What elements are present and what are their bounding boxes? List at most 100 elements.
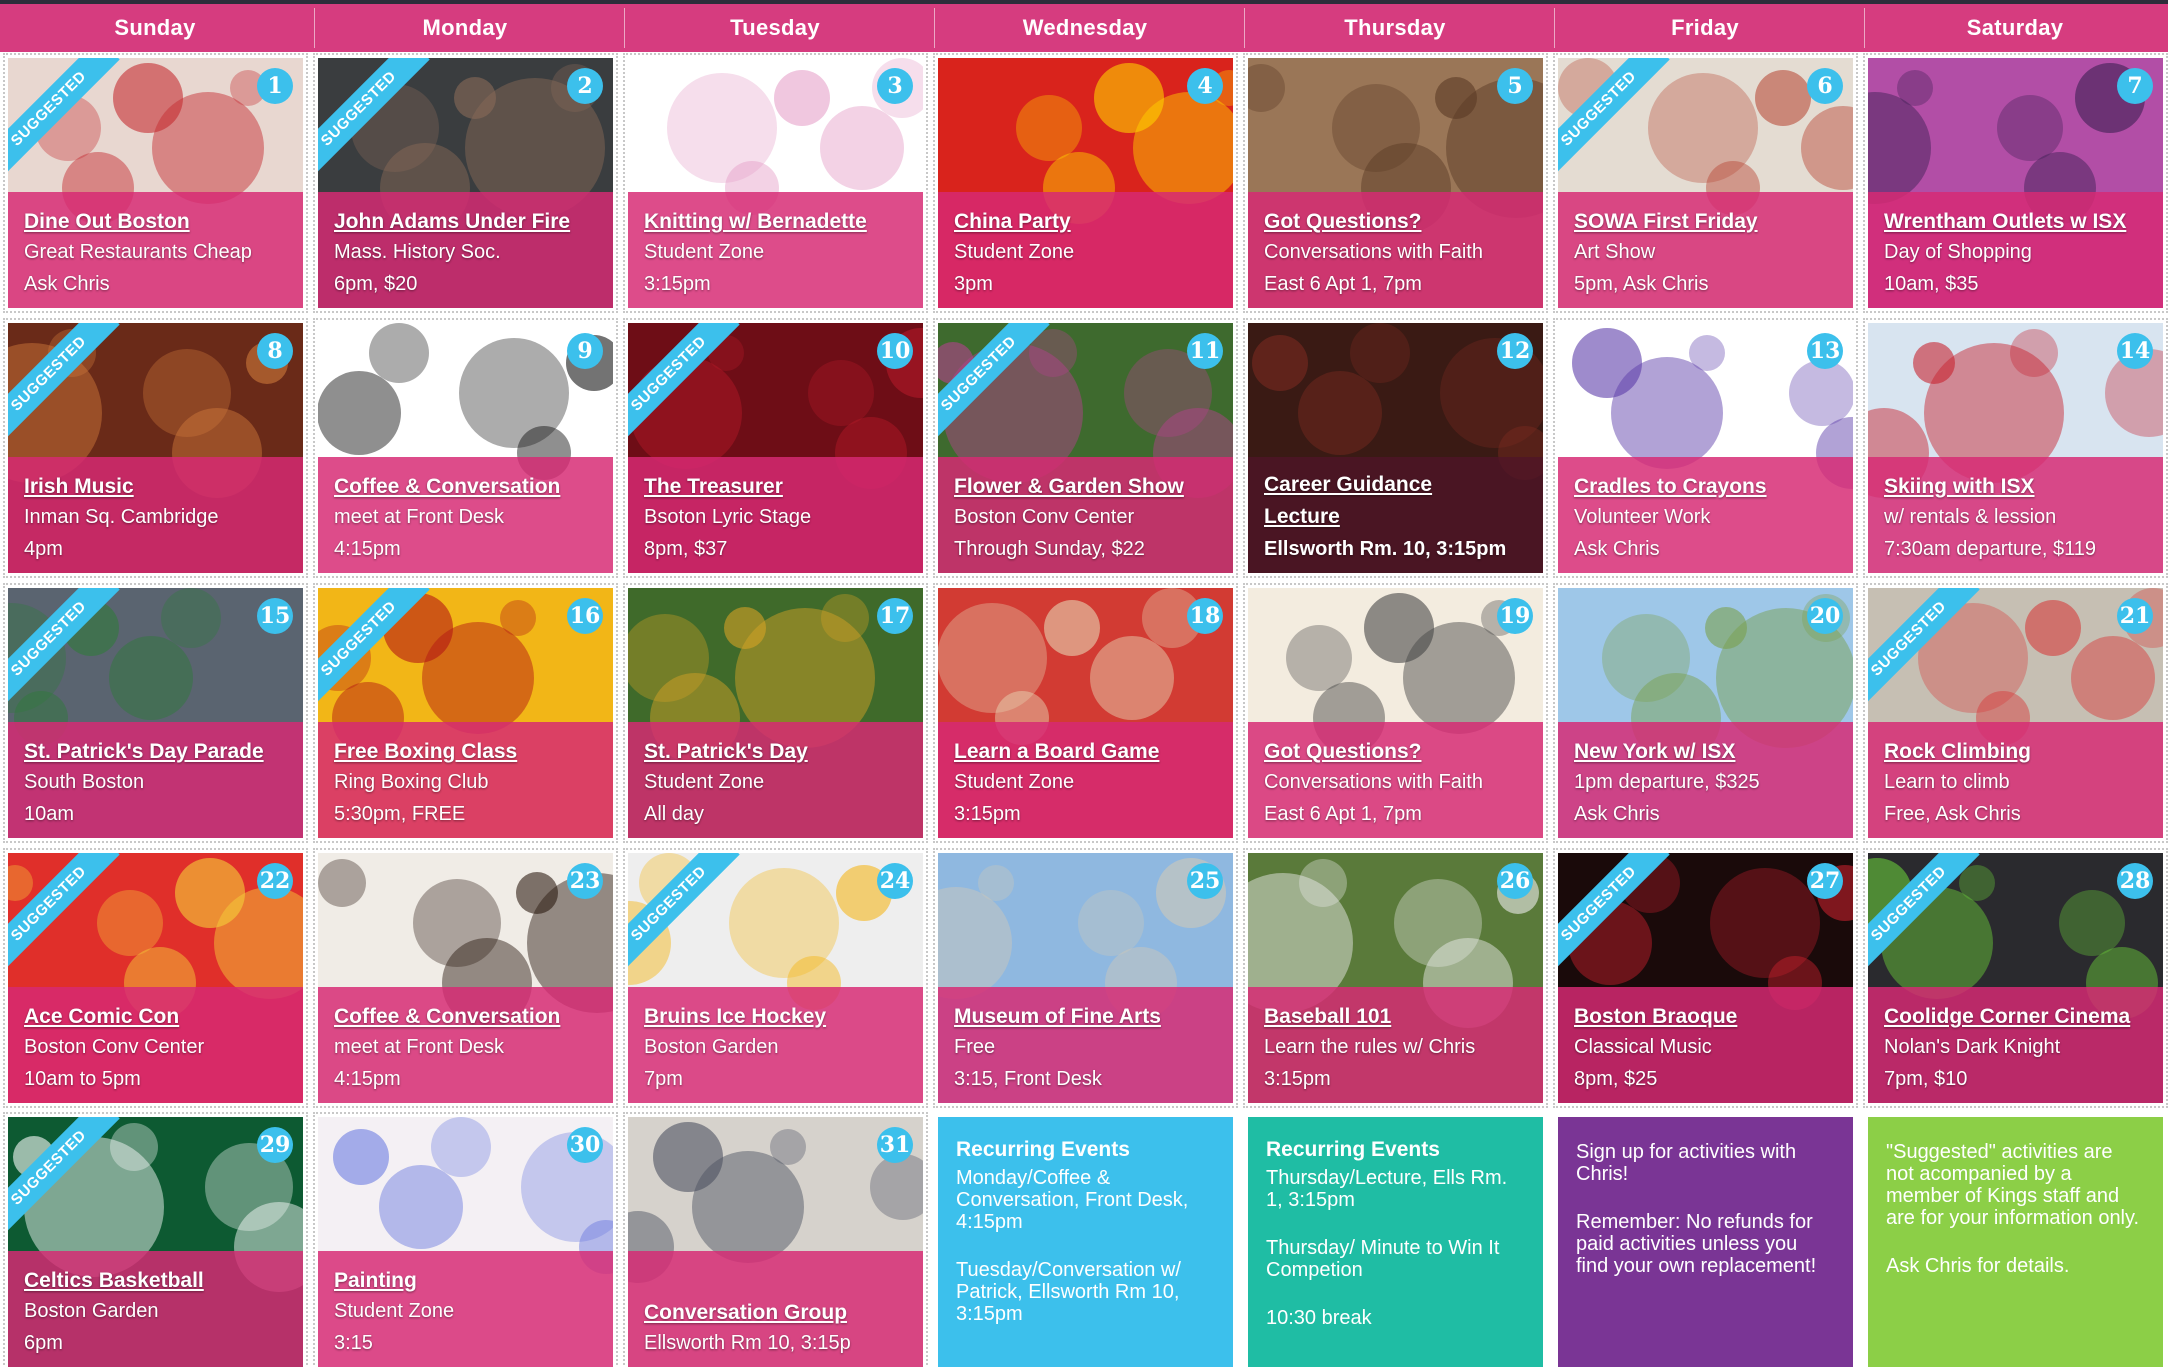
event-card[interactable]: Skiing with ISX w/ rentals & lession 7:30a… [1863,318,2168,578]
event-title-link[interactable]: Museum of Fine Arts [954,1003,1223,1031]
event-card[interactable]: Cradles to Crayons Volunteer Work Ask Chri… [1553,318,1858,578]
event-detail: Through Sunday, $22 [954,538,1145,560]
event-title-link[interactable]: Coffee & Conversation [334,1003,603,1031]
event-title-link[interactable]: The Treasurer [644,473,913,501]
event-card[interactable]: New York w/ ISX 1pm departure, $325 Ask Ch… [1553,583,1858,843]
event-card[interactable]: Boston Braoque Classical Music 8pm, $25 SUG… [1553,848,1858,1108]
event-title-link[interactable]: Coolidge Corner Cinema [1884,1003,2153,1031]
event-card[interactable]: Rock Climbing Learn to climb Free, Ask Chr… [1863,583,2168,843]
event-title-link[interactable]: Coffee & Conversation [334,473,603,501]
event-title-link[interactable]: Got Questions? [1264,738,1533,766]
weekday-divider [1864,8,1865,48]
event-card[interactable]: Knitting w/ Bernadette Student Zone 3:15pm… [623,53,928,313]
date-badge: 3 [877,68,913,104]
event-title-link[interactable]: Skiing with ISX [1884,473,2153,501]
date-badge: 1 [257,68,293,104]
date-badge: 25 [1187,863,1223,899]
event-card[interactable]: John Adams Under Fire Mass. History Soc. 6… [313,53,618,313]
event-title-link[interactable]: Cradles to Crayons [1574,473,1843,501]
event-title-link[interactable]: Learn a Board Game [954,738,1223,766]
date-badge: 16 [567,598,603,634]
event-card[interactable]: Ace Comic Con Boston Conv Center 10am to 5… [3,848,308,1108]
event-caption: John Adams Under Fire Mass. History Soc. 6… [334,208,603,300]
event-title-link[interactable]: Bruins Ice Hockey [644,1003,913,1031]
event-title-link[interactable]: Baseball 101 [1264,1003,1533,1031]
event-detail: East 6 Apt 1, 7pm [1264,803,1422,825]
event-title-link[interactable]: China Party [954,208,1223,236]
event-title-link[interactable]: Knitting w/ Bernadette [644,208,913,236]
event-card[interactable]: Bruins Ice Hockey Boston Garden 7pm SUGGEST… [623,848,928,1108]
event-title-link[interactable]: New York w/ ISX [1574,738,1843,766]
event-title-link[interactable]: Career Guidance Lecture [1264,469,1434,533]
date-badge: 22 [257,863,293,899]
weekday-tuesday: Tuesday [730,15,820,40]
event-card[interactable]: The Treasurer Bsoton Lyric Stage 8pm, $37 S… [623,318,928,578]
event-card[interactable]: St. Patrick's Day Parade South Boston 10am… [3,583,308,843]
event-title-link[interactable]: Painting [334,1267,603,1295]
event-title-link[interactable]: SOWA First Friday [1574,208,1843,236]
event-card[interactable]: Got Questions? Conversations with Faith Ea… [1243,583,1548,843]
event-caption: Knitting w/ Bernadette Student Zone 3:15pm [644,208,913,300]
event-card[interactable]: Learn a Board Game Student Zone 3:15pm 18 [933,583,1238,843]
event-title-link[interactable]: Celtics Basketball [24,1267,293,1295]
event-title-link[interactable]: Irish Music [24,473,293,501]
weekday-sunday: Sunday [114,15,196,40]
event-card[interactable]: China Party Student Zone 3pm 4 [933,53,1238,313]
event-caption: Bruins Ice Hockey Boston Garden 7pm [644,1003,913,1095]
event-detail: 6pm [24,1332,63,1354]
event-detail: 3pm [954,273,993,295]
info-card: Recurring Events Monday/Coffee & Conversa… [938,1117,1233,1367]
event-card[interactable]: Got Questions? Conversations with Faith Ea… [1243,53,1548,313]
date-badge: 13 [1807,333,1843,369]
weekday-wednesday: Wednesday [1022,15,1148,40]
event-card[interactable]: Dine Out Boston Great Restaurants Cheap As… [3,53,308,313]
event-card[interactable]: Celtics Basketball Boston Garden 6pm SUGGES… [3,1112,308,1367]
date-badge: 24 [877,863,913,899]
event-title-link[interactable]: Rock Climbing [1884,738,2153,766]
event-card[interactable]: Career Guidance Lecture Ellsworth Rm. 10,… [1243,318,1548,578]
event-detail: Ellsworth Rm. 10, 3:15pm [1264,538,1507,560]
event-detail: Student Zone [644,241,765,263]
event-title-link[interactable]: St. Patrick's Day [644,738,913,766]
event-detail: Art Show [1574,241,1656,263]
event-title-link[interactable]: John Adams Under Fire [334,208,603,236]
date-badge: 29 [257,1127,293,1163]
event-card[interactable]: Baseball 101 Learn the rules w/ Chris 3:15… [1243,848,1548,1108]
event-card[interactable]: Wrentham Outlets w ISX Day of Shopping 10a… [1863,53,2168,313]
event-detail: Boston Conv Center [954,506,1135,528]
event-title-link[interactable]: Conversation Group [644,1299,913,1327]
event-title-link[interactable]: St. Patrick's Day Parade [24,738,293,766]
event-caption: China Party Student Zone 3pm [954,208,1223,300]
event-detail: 7pm, $10 [1884,1068,1968,1090]
event-detail: Boston Garden [24,1300,159,1322]
event-card[interactable]: Conversation Group Ellsworth Rm 10, 3:15p… [623,1112,928,1367]
event-card[interactable]: Coffee & Conversation meet at Front Desk 4… [313,848,618,1108]
info-card-heading: Recurring Events [1266,1138,1440,1161]
event-title-link[interactable]: Wrentham Outlets w ISX [1884,208,2153,236]
date-badge: 11 [1187,333,1223,369]
event-card[interactable]: Painting Student Zone 3:15 30 [313,1112,618,1367]
info-card-text: Remember: No refunds for paid activities… [1576,1211,1817,1277]
event-card[interactable]: Coolidge Corner Cinema Nolan's Dark Knigh… [1863,848,2168,1108]
weekday-header: Sunday Monday Tuesday Wednesday Thursday Frid… [0,0,2168,52]
event-card[interactable]: Free Boxing Class Ring Boxing Club 5:30pm,… [313,583,618,843]
event-detail: Great Restaurants Cheap [24,241,252,263]
event-card[interactable]: Irish Music Inman Sq. Cambridge 4pm SUGGEST… [3,318,308,578]
event-caption: Cradles to Crayons Volunteer Work Ask Chri… [1574,473,1843,565]
date-badge: 17 [877,598,913,634]
event-card[interactable]: Flower & Garden Show Boston Conv Center Th… [933,318,1238,578]
event-detail: 3:15pm [954,803,1021,825]
event-title-link[interactable]: Ace Comic Con [24,1003,293,1031]
weekday-friday: Friday [1671,15,1739,40]
event-card[interactable]: SOWA First Friday Art Show 5pm, Ask Chris S… [1553,53,1858,313]
event-caption: Celtics Basketball Boston Garden 6pm [24,1267,293,1359]
event-title-link[interactable]: Free Boxing Class [334,738,603,766]
event-card[interactable]: Museum of Fine Arts Free 3:15, Front Desk 2… [933,848,1238,1108]
event-title-link[interactable]: Dine Out Boston [24,208,293,236]
event-title-link[interactable]: Boston Braoque [1574,1003,1843,1031]
event-detail: Bsoton Lyric Stage [644,506,812,528]
event-card[interactable]: Coffee & Conversation meet at Front Desk 4… [313,318,618,578]
event-card[interactable]: St. Patrick's Day Student Zone All day 17 [623,583,928,843]
event-title-link[interactable]: Flower & Garden Show [954,473,1223,501]
event-title-link[interactable]: Got Questions? [1264,208,1533,236]
